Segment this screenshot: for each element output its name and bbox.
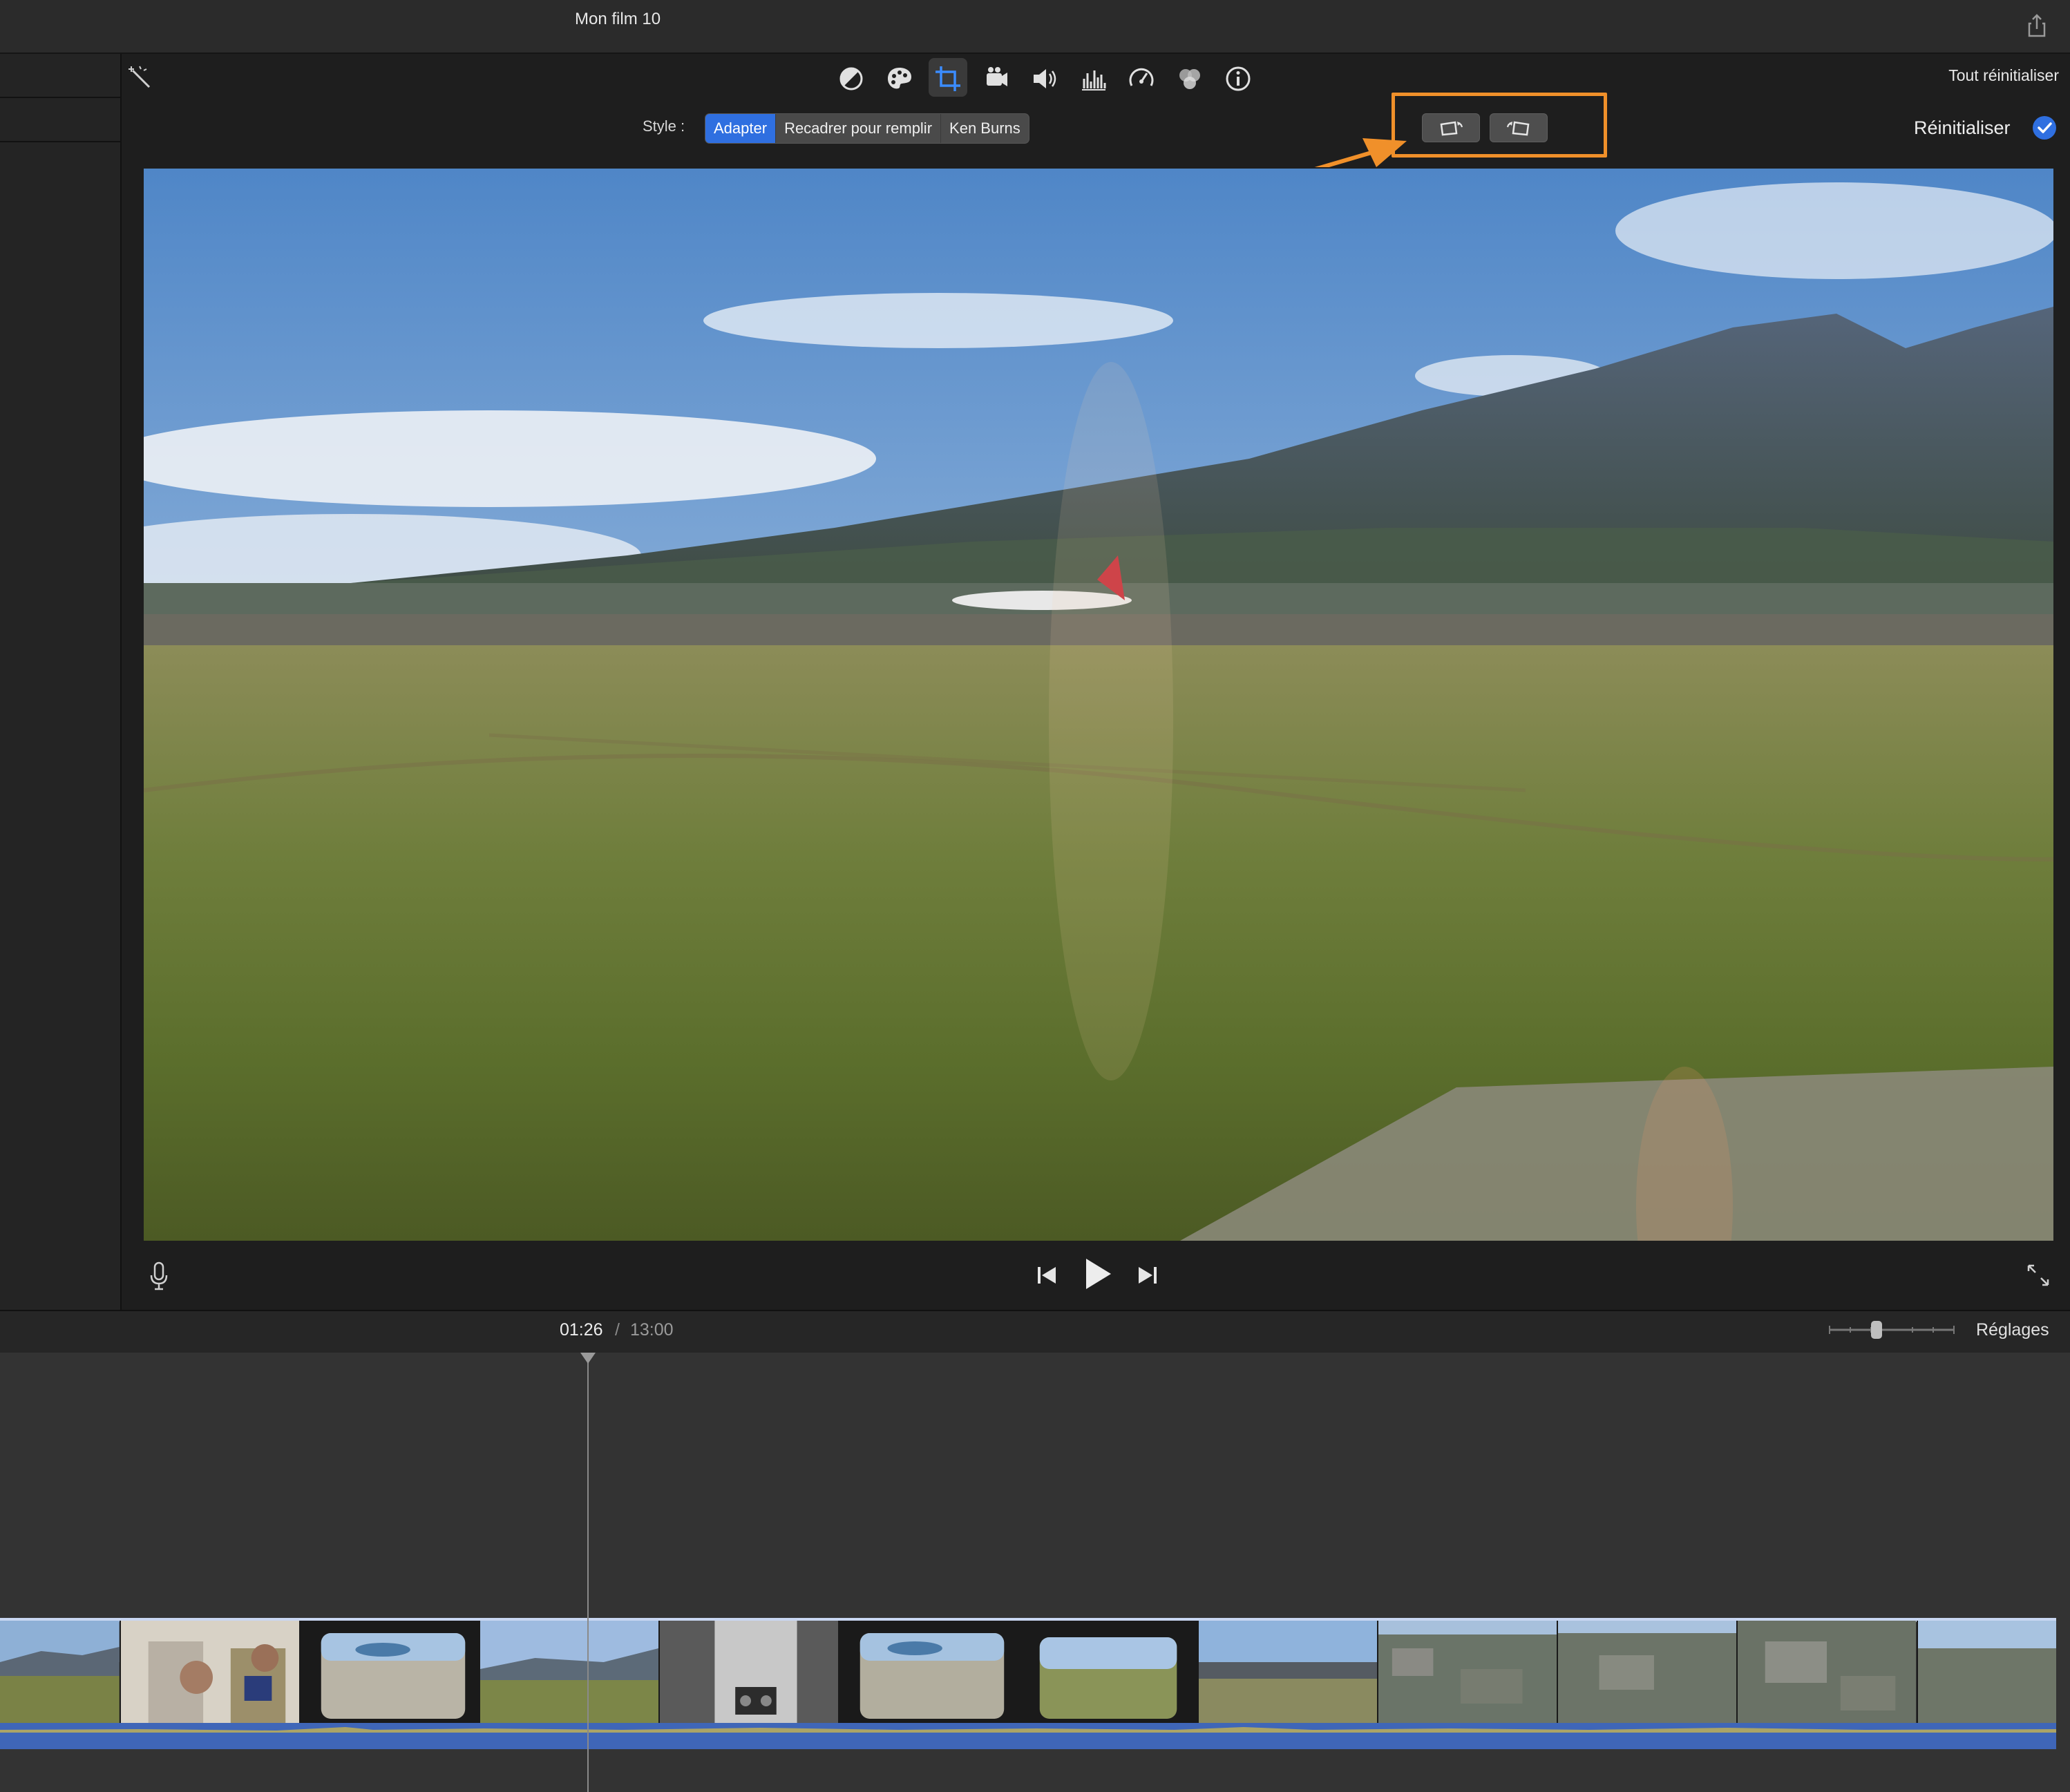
style-segmented-control: Adapter Recadrer pour remplir Ken Burns [705, 113, 1029, 144]
timeline-clip[interactable] [120, 1621, 301, 1723]
timeline-clip[interactable] [479, 1621, 660, 1723]
color-correction-icon[interactable] [884, 64, 915, 94]
skip-forward-button[interactable] [1133, 1261, 1161, 1289]
timeline-clip[interactable] [1917, 1621, 2056, 1723]
left-sidebar [0, 54, 122, 1310]
window-title: Mon film 10 [575, 10, 661, 28]
skip-forward-icon [1139, 1267, 1157, 1284]
skip-back-icon [1038, 1267, 1056, 1284]
timeline-clip[interactable] [1378, 1621, 1559, 1723]
timeline-zoom-slider[interactable] [1828, 1319, 1955, 1340]
style-ken-burns-option[interactable]: Ken Burns [941, 114, 1029, 143]
audio-waveform [0, 1727, 2056, 1733]
current-time: 01:26 [560, 1320, 603, 1340]
timeline-clip[interactable] [300, 1621, 480, 1723]
timeline-clip[interactable] [1199, 1621, 1379, 1723]
reset-all-button[interactable]: Tout réinitialiser [1865, 66, 2059, 85]
reset-button[interactable]: Réinitialiser [1914, 117, 2011, 139]
timeline-clip[interactable] [839, 1621, 1020, 1723]
title-bar [0, 0, 2070, 54]
playhead[interactable] [587, 1353, 589, 1792]
share-icon[interactable] [2023, 12, 2051, 40]
fullscreen-icon[interactable] [2024, 1261, 2052, 1289]
sidebar-row [0, 54, 120, 98]
play-icon [1086, 1259, 1111, 1289]
style-label: Style : [643, 117, 685, 135]
play-button[interactable] [1082, 1256, 1114, 1292]
settings-button[interactable]: Réglages [1976, 1320, 2049, 1340]
timeline-clip[interactable] [659, 1621, 840, 1723]
timeline-clip[interactable] [1019, 1621, 1199, 1723]
apply-check-icon[interactable] [2031, 115, 2058, 141]
stabilization-icon[interactable] [981, 64, 1012, 94]
total-duration: 13:00 [630, 1320, 674, 1340]
rotate-highlight-box [1392, 93, 1607, 158]
volume-icon[interactable] [1029, 64, 1060, 94]
info-icon[interactable] [1223, 64, 1253, 94]
timeline-clip[interactable] [0, 1621, 121, 1723]
time-separator: / [615, 1320, 620, 1340]
color-balance-icon[interactable] [836, 64, 866, 94]
skip-back-button[interactable] [1034, 1261, 1061, 1289]
timeline-clip[interactable] [1738, 1621, 1918, 1723]
video-preview [144, 169, 2053, 1241]
microphone-icon[interactable] [146, 1260, 171, 1292]
speed-icon[interactable] [1126, 64, 1157, 94]
style-crop-to-fill-option[interactable]: Recadrer pour remplir [776, 114, 942, 143]
sidebar-row [0, 98, 120, 142]
clip-strip[interactable] [0, 1621, 2056, 1723]
timeline-clip[interactable] [1558, 1621, 1738, 1723]
playhead-handle[interactable] [580, 1353, 596, 1364]
timeline-header [0, 1310, 2070, 1354]
magic-wand-icon[interactable] [126, 64, 156, 94]
noise-reduction-icon[interactable] [1078, 64, 1108, 94]
crop-icon[interactable] [933, 64, 963, 94]
clip-filter-icon[interactable] [1175, 64, 1205, 94]
style-fit-option[interactable]: Adapter [705, 114, 777, 143]
